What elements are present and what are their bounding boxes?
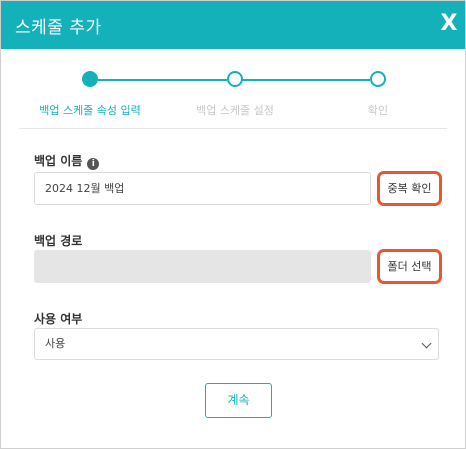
step-label-settings: 백업 스케줄 설정 (196, 104, 274, 117)
backup-name-label-text: 백업 이름 (34, 154, 83, 168)
usage-select-value: 사용 (45, 337, 66, 350)
backup-path-label: 백업 경로 (34, 234, 83, 248)
duplicate-check-button[interactable]: 중복 확인 (377, 171, 442, 206)
dialog-header: 스케줄 추가 X (1, 1, 465, 49)
stepper: 백업 스케줄 속성 입력 백업 스케줄 설정 확인 (1, 61, 465, 131)
continue-button[interactable]: 계속 (205, 383, 272, 418)
close-button[interactable]: X (439, 13, 459, 35)
info-icon[interactable]: i (87, 158, 100, 170)
usage-label: 사용 여부 (34, 312, 83, 326)
backup-path-input (34, 250, 371, 283)
schedule-add-dialog: 스케줄 추가 X 백업 스케줄 속성 입력 백업 스케줄 설정 확인 백업 이름… (0, 0, 466, 449)
step-connector (98, 79, 227, 81)
backup-name-label: 백업 이름 i (34, 152, 100, 170)
step-indicator-1 (82, 71, 98, 87)
step-label-confirm: 확인 (367, 104, 389, 117)
divider (19, 128, 447, 129)
chevron-down-icon (421, 338, 432, 349)
dialog-title: 스케줄 추가 (15, 18, 102, 38)
step-connector (241, 79, 370, 81)
step-label-attributes: 백업 스케줄 속성 입력 (39, 104, 141, 117)
step-indicator-2 (227, 71, 243, 87)
select-folder-button[interactable]: 폴더 선택 (377, 249, 442, 284)
usage-select[interactable]: 사용 (34, 328, 439, 360)
backup-name-input[interactable]: 2024 12월 백업 (34, 172, 371, 205)
step-indicator-3 (370, 71, 386, 87)
